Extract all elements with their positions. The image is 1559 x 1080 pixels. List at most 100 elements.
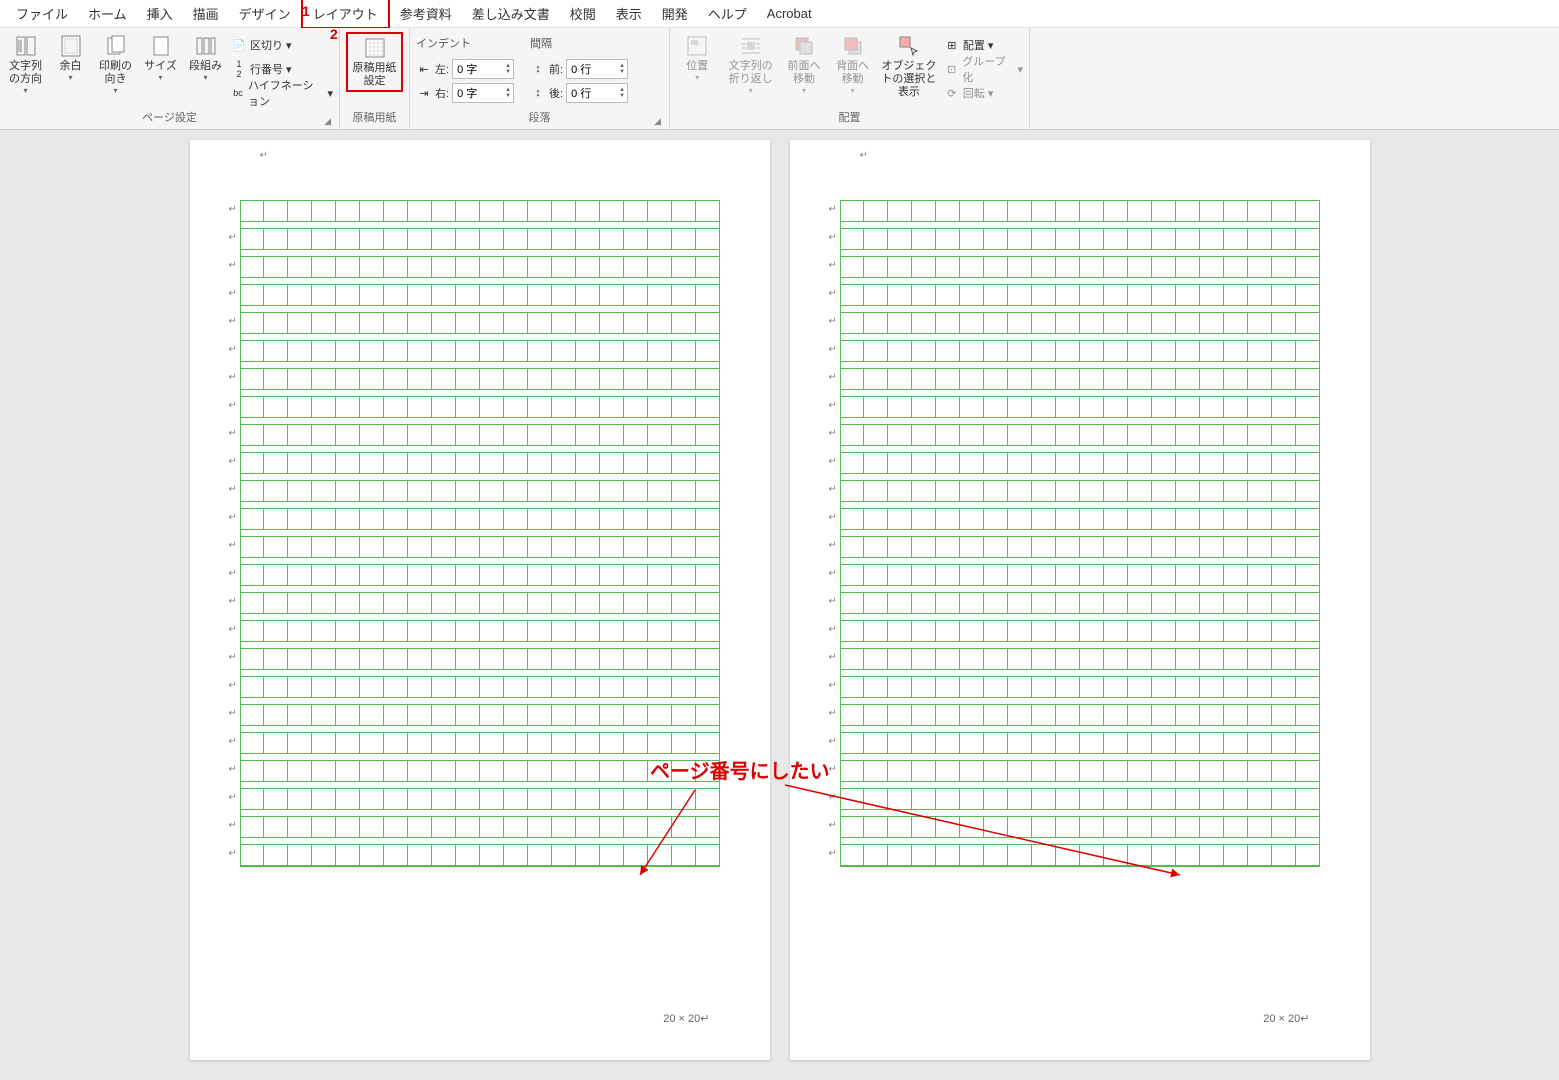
line-numbers-icon: 12: [231, 61, 247, 77]
rotate-label: 回転: [963, 85, 985, 101]
breaks-button[interactable]: 📄区切り ▾: [231, 34, 333, 56]
page-setup-dialog-launcher[interactable]: ◢: [324, 116, 331, 127]
rotate-icon: ⟳: [944, 85, 960, 101]
chevron-down-icon: ▾: [988, 87, 994, 100]
position-icon: [685, 34, 709, 58]
send-backward-icon: [841, 34, 865, 58]
margins-button[interactable]: 余白 ▾: [51, 32, 90, 83]
size-button[interactable]: サイズ ▾: [141, 32, 180, 83]
columns-label: 段組み: [189, 60, 222, 73]
position-label: 位置: [686, 60, 708, 73]
indent-right-label: 右:: [435, 85, 449, 101]
tab-layout[interactable]: レイアウト: [301, 0, 390, 29]
orientation-icon: [104, 34, 128, 58]
send-backward-label: 背面へ移動: [831, 60, 874, 86]
genko-settings-button[interactable]: 原稿用紙設定: [346, 32, 403, 92]
indent-title: インデント: [416, 35, 471, 51]
align-label: 配置: [963, 37, 985, 53]
spacing-after-label: 後:: [549, 85, 563, 101]
indent-right-input[interactable]: ▲▼: [452, 83, 514, 103]
group-label: グループ化: [962, 53, 1014, 85]
page-setup-group-label: ページ設定: [142, 112, 197, 124]
position-button[interactable]: 位置 ▾: [676, 32, 719, 83]
columns-icon: [194, 34, 218, 58]
chevron-down-icon: ▾: [988, 39, 994, 52]
chevron-down-icon: ▾: [851, 86, 855, 96]
margins-icon: [59, 34, 83, 58]
bring-forward-icon: [792, 34, 816, 58]
tab-acrobat[interactable]: Acrobat: [757, 2, 822, 25]
line-numbers-label: 行番号: [250, 61, 283, 77]
chevron-down-icon: ▾: [286, 39, 292, 52]
orientation-button[interactable]: 印刷の向き ▾: [96, 32, 135, 96]
bring-forward-label: 前面へ移動: [783, 60, 826, 86]
marker-2: 2: [330, 26, 338, 42]
breaks-label: 区切り: [250, 37, 283, 53]
chevron-down-icon: ▾: [749, 86, 753, 96]
spacing-after-input[interactable]: ▲▼: [566, 83, 628, 103]
document-page-2[interactable]: ↵ ↵↵↵↵↵↵↵↵↵↵↵↵↵↵↵↵↵↵↵↵↵↵↵↵ 20 × 20↵: [790, 140, 1370, 1060]
tab-design[interactable]: デザイン: [229, 0, 301, 27]
chevron-down-icon: ▾: [327, 87, 333, 100]
text-direction-label: 文字列の方向: [6, 60, 45, 86]
paragraph-group-label: 段落: [529, 112, 551, 124]
margins-label: 余白: [60, 60, 82, 73]
align-icon: ⊞: [944, 37, 960, 53]
chevron-down-icon: ▾: [158, 73, 162, 83]
marker-1: 1: [302, 3, 310, 19]
breaks-icon: 📄: [231, 37, 247, 53]
tab-review[interactable]: 校閲: [560, 0, 606, 27]
hyphenation-label: ハイフネーション: [248, 77, 325, 109]
paragraph-dialog-launcher[interactable]: ◢: [654, 116, 661, 127]
page-size-text: 20 × 20↵: [663, 1012, 709, 1025]
indent-left-icon: ⇤: [416, 61, 432, 77]
spacing-after-icon: ↕: [530, 85, 546, 101]
spacing-before-input[interactable]: ▲▼: [566, 59, 628, 79]
hyphenation-button[interactable]: bcハイフネーション ▾: [231, 82, 333, 104]
selection-pane-icon: [897, 34, 921, 58]
tab-mailings[interactable]: 差し込み文書: [462, 0, 560, 27]
chevron-down-icon: ▾: [802, 86, 806, 96]
paragraph-mark: ↵: [860, 150, 868, 161]
group-button[interactable]: ⊡グループ化 ▾: [944, 58, 1023, 80]
wrap-label: 文字列の折り返し: [725, 60, 777, 86]
genko-button-label: 原稿用紙設定: [350, 62, 399, 88]
hyphenation-icon: bc: [231, 85, 245, 101]
tab-references[interactable]: 参考資料: [390, 0, 462, 27]
spacing-before-label: 前:: [549, 61, 563, 77]
rotate-button[interactable]: ⟳回転 ▾: [944, 82, 1023, 104]
tab-home[interactable]: ホーム: [78, 0, 137, 27]
tab-insert[interactable]: 挿入: [137, 0, 183, 27]
tab-developer[interactable]: 開発: [652, 0, 698, 27]
tab-draw[interactable]: 描画: [183, 0, 229, 27]
orientation-label: 印刷の向き: [96, 60, 135, 86]
chevron-down-icon: ▾: [1017, 63, 1023, 76]
chevron-down-icon: ▾: [23, 86, 27, 96]
bring-forward-button[interactable]: 前面へ移動 ▾: [783, 32, 826, 96]
paragraph-mark: ↵: [260, 150, 268, 161]
spacing-title: 間隔: [530, 35, 552, 51]
chevron-down-icon: ▾: [203, 73, 207, 83]
chevron-down-icon: ▾: [68, 73, 72, 83]
size-icon: [149, 34, 173, 58]
selection-pane-button[interactable]: オブジェクトの選択と表示: [880, 32, 938, 100]
chevron-down-icon: ▾: [113, 86, 117, 96]
text-direction-icon: [14, 34, 38, 58]
size-label: サイズ: [144, 60, 177, 73]
columns-button[interactable]: 段組み ▾: [186, 32, 225, 83]
tab-help[interactable]: ヘルプ: [698, 0, 757, 27]
tab-file[interactable]: ファイル: [6, 0, 78, 27]
tab-view[interactable]: 表示: [606, 0, 652, 27]
document-page-1[interactable]: ↵ ↵↵↵↵↵↵↵↵↵↵↵↵↵↵↵↵↵↵↵↵↵↵↵↵ 20 × 20↵: [190, 140, 770, 1060]
annotation-text: ページ番号にしたい: [650, 755, 830, 784]
send-backward-button[interactable]: 背面へ移動 ▾: [831, 32, 874, 96]
spacing-before-icon: ↕: [530, 61, 546, 77]
indent-right-icon: ⇥: [416, 85, 432, 101]
indent-left-label: 左:: [435, 61, 449, 77]
text-direction-button[interactable]: 文字列の方向 ▾: [6, 32, 45, 96]
wrap-button[interactable]: 文字列の折り返し ▾: [725, 32, 777, 96]
chevron-down-icon: ▾: [695, 73, 699, 83]
chevron-down-icon: ▾: [286, 63, 292, 76]
group-icon: ⊡: [944, 61, 959, 77]
indent-left-input[interactable]: ▲▼: [452, 59, 514, 79]
